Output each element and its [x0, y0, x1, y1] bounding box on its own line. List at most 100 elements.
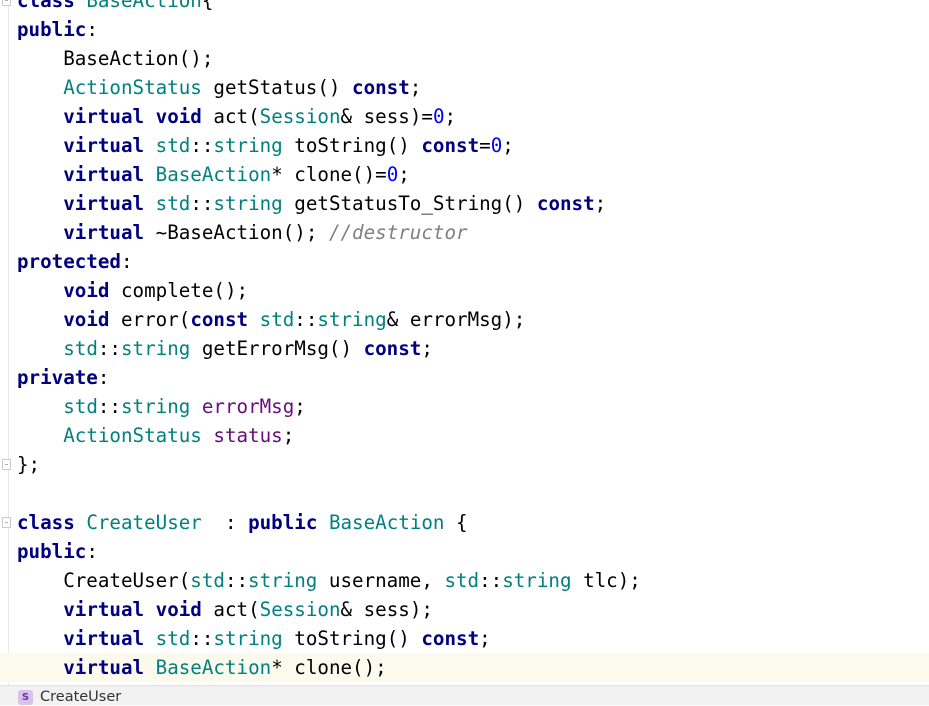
code-line[interactable]: ActionStatus status;: [0, 421, 929, 450]
fold-marker-icon[interactable]: [2, 0, 11, 6]
code-token: std: [259, 308, 295, 331]
code-token: status: [213, 424, 283, 447]
code-token: string: [120, 395, 191, 418]
code-text: virtual BaseAction* clone()=0;: [17, 160, 410, 189]
code-line[interactable]: };: [0, 450, 929, 479]
code-text: ActionStatus status;: [17, 421, 294, 450]
code-token: ;: [398, 163, 410, 186]
code-line[interactable]: virtual std::string toString() const;: [0, 624, 929, 653]
code-line[interactable]: virtual void act(Session& sess)=0;: [0, 102, 929, 131]
code-token: ActionStatus: [63, 424, 202, 447]
code-text: virtual std::string toString() const;: [17, 624, 490, 653]
code-token: errorMsg: [201, 395, 295, 418]
code-token: BaseAction: [86, 0, 202, 12]
code-line[interactable]: [0, 479, 929, 508]
code-token: username,: [317, 569, 445, 592]
code-line[interactable]: std::string errorMsg;: [0, 392, 929, 421]
code-line[interactable]: CreateUser(std::string username, std::st…: [0, 566, 929, 595]
code-token: :: [120, 250, 133, 273]
code-token: virtual: [63, 598, 145, 621]
code-line[interactable]: virtual ~BaseAction(); //destructor: [0, 218, 929, 247]
code-line[interactable]: virtual void act(Session& sess);: [0, 595, 929, 624]
code-token: BaseAction();: [17, 47, 214, 70]
code-text: virtual std::string getStatusTo_String()…: [17, 189, 606, 218]
code-line[interactable]: public:: [0, 537, 929, 566]
code-text: protected:: [17, 247, 133, 276]
code-token: std: [155, 192, 191, 215]
struct-icon: S: [18, 689, 33, 705]
breadcrumb-label: CreateUser: [40, 689, 122, 705]
code-token: ::: [190, 134, 214, 157]
code-token: act(: [201, 105, 260, 128]
code-token: std: [444, 569, 480, 592]
fold-marker-icon[interactable]: [2, 517, 11, 528]
code-line[interactable]: void error(const std::string& errorMsg);: [0, 305, 929, 334]
code-token: {: [201, 0, 214, 12]
code-token: Session: [259, 105, 341, 128]
fold-marker-icon[interactable]: [2, 459, 11, 470]
code-token: getStatus(): [201, 76, 353, 99]
code-line[interactable]: BaseAction();: [0, 44, 929, 73]
code-line[interactable]: virtual std::string toString() const=0;: [0, 131, 929, 160]
code-line[interactable]: protected:: [0, 247, 929, 276]
code-token: 0: [432, 105, 445, 128]
code-token: virtual: [63, 627, 145, 650]
code-line[interactable]: std::string getErrorMsg() const;: [0, 334, 929, 363]
code-line[interactable]: virtual BaseAction* clone()=0;: [0, 160, 929, 189]
code-token: {: [444, 511, 468, 534]
code-text: ActionStatus getStatus() const;: [17, 73, 421, 102]
code-token: public: [17, 18, 87, 41]
code-line[interactable]: ActionStatus getStatus() const;: [0, 73, 929, 102]
code-text: void complete();: [17, 276, 248, 305]
code-text: class BaseAction{: [17, 0, 213, 15]
code-line[interactable]: virtual std::string getStatusTo_String()…: [0, 189, 929, 218]
code-text: class CreateUser : public BaseAction {: [17, 508, 468, 537]
code-text: };: [17, 450, 40, 479]
code-token: };: [17, 453, 41, 476]
code-token: virtual: [63, 656, 145, 679]
code-token: ::: [97, 337, 121, 360]
breadcrumb-bar: S CreateUser: [0, 685, 929, 705]
code-token: 0: [490, 134, 503, 157]
code-token: ::: [97, 395, 121, 418]
code-token: const: [421, 134, 480, 157]
code-token: :: [201, 511, 249, 534]
code-token: BaseAction: [155, 656, 272, 679]
code-token: void: [63, 308, 110, 331]
code-token: virtual: [63, 134, 145, 157]
code-token: ::: [224, 569, 249, 592]
code-text: virtual ~BaseAction(); //destructor: [17, 218, 467, 247]
code-token: BaseAction: [328, 511, 445, 534]
code-token: ;: [294, 395, 306, 418]
code-line[interactable]: class CreateUser : public BaseAction {: [0, 508, 929, 537]
code-line[interactable]: private:: [0, 363, 929, 392]
code-token: ;: [421, 337, 433, 360]
code-line[interactable]: void complete();: [0, 276, 929, 305]
code-line[interactable]: public:: [0, 15, 929, 44]
breadcrumb-item[interactable]: S CreateUser: [18, 688, 121, 706]
code-text: virtual BaseAction* clone();: [17, 653, 387, 682]
code-line[interactable]: virtual BaseAction* clone();: [0, 653, 929, 682]
code-token: ::: [294, 308, 318, 331]
code-editor[interactable]: class BaseAction{public: BaseAction(); A…: [0, 0, 929, 685]
code-text: std::string errorMsg;: [17, 392, 306, 421]
code-line[interactable]: class BaseAction{: [0, 0, 929, 15]
code-token: string: [317, 308, 387, 331]
code-token: void: [155, 105, 202, 128]
